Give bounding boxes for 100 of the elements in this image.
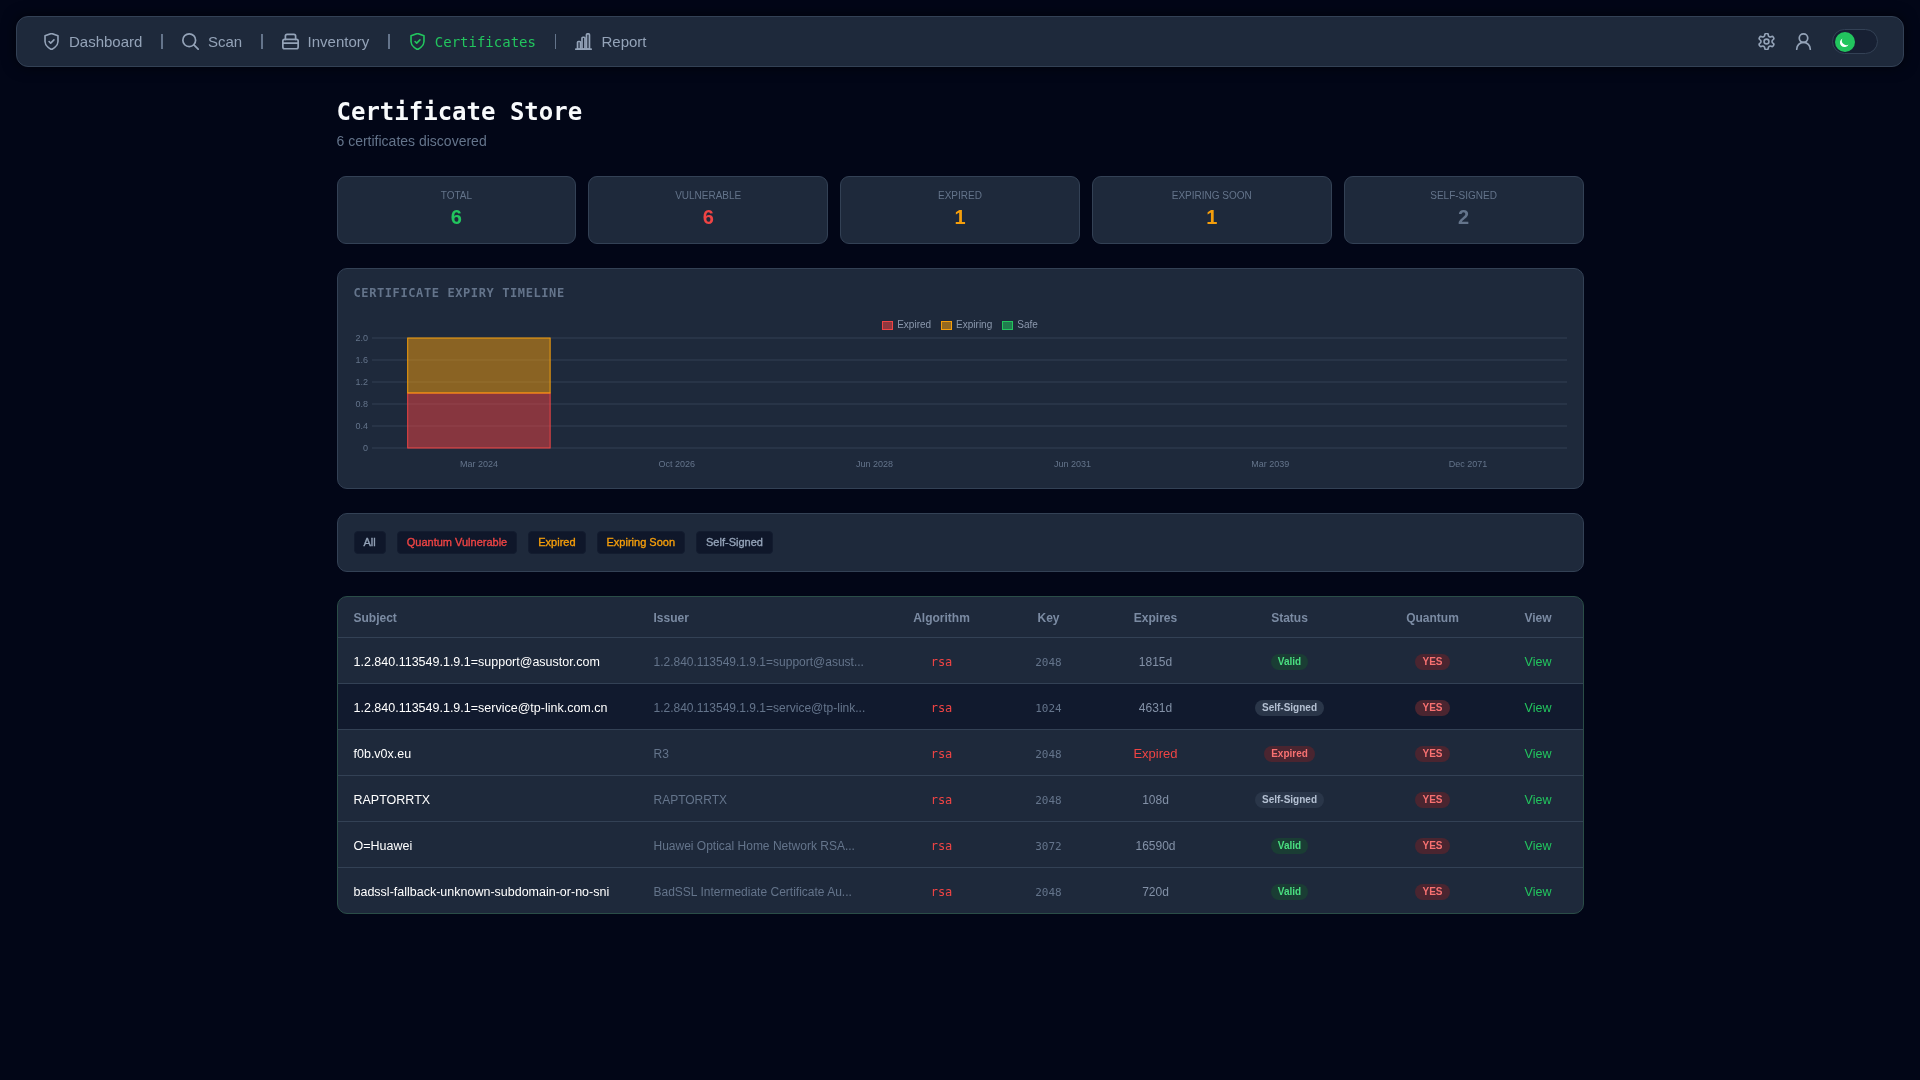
expiry-cell: 108d bbox=[1142, 792, 1169, 807]
subject-cell: RAPTORRTX bbox=[353, 792, 431, 807]
status-badge: Valid bbox=[1270, 838, 1309, 854]
issuer-cell: 1.2.840.113549.1.9.1=service@tp-link... bbox=[653, 700, 866, 715]
key-size-cell: 2048 bbox=[1035, 747, 1062, 761]
stat-value: 6 bbox=[702, 205, 714, 229]
column-header: Issuer bbox=[653, 611, 689, 625]
key-size-cell: 2048 bbox=[1035, 793, 1062, 807]
nav-link[interactable]: Scan bbox=[181, 33, 243, 50]
axis-label: Dec 2071 bbox=[1448, 459, 1487, 469]
axis-label: 0.8 bbox=[355, 399, 368, 409]
legend-swatch-icon bbox=[941, 320, 953, 330]
expiry-cell: Expired bbox=[1133, 745, 1178, 761]
page-title: Certificate Store bbox=[336, 97, 584, 127]
legend-swatch-icon bbox=[1002, 320, 1014, 330]
stat-label: SELF-SIGNED bbox=[1430, 190, 1497, 202]
status-badge: Valid bbox=[1270, 654, 1309, 670]
legend-swatch-icon bbox=[882, 320, 894, 330]
stat-label: EXPIRED bbox=[938, 190, 982, 202]
view-link[interactable]: View bbox=[1524, 746, 1552, 761]
quantum-badge: YES bbox=[1415, 700, 1450, 716]
theme-toggle[interactable] bbox=[1832, 29, 1878, 54]
legend-label: Safe bbox=[1017, 319, 1038, 331]
algorithm-cell: rsa bbox=[930, 700, 953, 715]
bar-chart-icon bbox=[575, 33, 593, 50]
issuer-cell: Huawei Optical Home Network RSA... bbox=[653, 838, 855, 853]
stat-label: TOTAL bbox=[440, 190, 473, 202]
issuer-cell: R3 bbox=[653, 746, 669, 761]
issuer-cell: RAPTORRTX bbox=[653, 792, 728, 807]
algorithm-cell: rsa bbox=[930, 746, 953, 761]
nav-link[interactable]: Inventory bbox=[281, 33, 370, 50]
column-header: Expires bbox=[1133, 611, 1178, 625]
quantum-badge: YES bbox=[1415, 746, 1450, 762]
axis-label: 0 bbox=[362, 443, 368, 453]
filter-chip[interactable]: Self-Signed bbox=[696, 531, 773, 554]
column-header: Quantum bbox=[1406, 611, 1459, 625]
filter-chip[interactable]: All bbox=[353, 531, 386, 554]
expiry-cell: 4631d bbox=[1138, 700, 1173, 715]
legend-label: Expired bbox=[897, 319, 932, 331]
column-header: View bbox=[1524, 611, 1552, 625]
column-header: Status bbox=[1271, 611, 1308, 625]
issuer-cell: BadSSL Intermediate Certificate Au... bbox=[653, 884, 852, 899]
algorithm-cell: rsa bbox=[930, 884, 953, 899]
subject-cell: f0b.v0x.eu bbox=[353, 746, 412, 761]
algorithm-cell: rsa bbox=[930, 838, 953, 853]
view-link[interactable]: View bbox=[1524, 654, 1552, 669]
axis-label: 1.6 bbox=[355, 355, 368, 365]
filter-chip[interactable]: Expired bbox=[528, 531, 586, 554]
axis-label: Mar 2039 bbox=[1250, 459, 1289, 469]
column-header: Algorithm bbox=[913, 611, 970, 625]
key-size-cell: 2048 bbox=[1035, 655, 1062, 669]
quantum-badge: YES bbox=[1415, 792, 1450, 808]
quantum-badge: YES bbox=[1415, 654, 1450, 670]
nav-link[interactable]: Certificates bbox=[408, 33, 536, 50]
quantum-badge: YES bbox=[1415, 884, 1450, 900]
legend-label: Expiring bbox=[956, 319, 993, 331]
axis-label: Jun 2031 bbox=[1053, 459, 1091, 469]
view-link[interactable]: View bbox=[1524, 792, 1552, 807]
nav-link[interactable]: Report bbox=[575, 33, 647, 50]
status-badge: Expired bbox=[1264, 746, 1315, 762]
stat-label: VULNERABLE bbox=[675, 190, 742, 202]
key-size-cell: 1024 bbox=[1035, 701, 1062, 715]
view-link[interactable]: View bbox=[1524, 838, 1552, 853]
key-size-cell: 2048 bbox=[1035, 885, 1062, 899]
nav-link[interactable]: Dashboard bbox=[43, 33, 143, 50]
axis-label: 0.4 bbox=[355, 421, 368, 431]
stat-value: 1 bbox=[1206, 205, 1218, 229]
shield-check-icon bbox=[43, 33, 60, 50]
user-icon[interactable] bbox=[1795, 33, 1812, 50]
filter-chip[interactable]: Expiring Soon bbox=[596, 531, 686, 554]
settings-icon[interactable] bbox=[1758, 33, 1775, 50]
column-header: Subject bbox=[353, 611, 397, 625]
subject-cell: O=Huawei bbox=[353, 838, 413, 853]
stat-label: EXPIRING SOON bbox=[1171, 190, 1252, 202]
view-link[interactable]: View bbox=[1524, 700, 1552, 715]
moon-icon bbox=[1835, 31, 1855, 52]
search-icon bbox=[181, 33, 199, 50]
quantum-badge: YES bbox=[1415, 838, 1450, 854]
status-badge: Self-Signed bbox=[1255, 700, 1324, 716]
box-icon bbox=[281, 33, 299, 50]
shield-check-icon bbox=[408, 33, 426, 50]
column-header: Key bbox=[1037, 611, 1060, 625]
subject-cell: 1.2.840.113549.1.9.1=support@asustor.com bbox=[353, 654, 600, 669]
stat-value: 6 bbox=[450, 205, 462, 229]
key-size-cell: 3072 bbox=[1035, 839, 1062, 853]
axis-label: Oct 2026 bbox=[658, 459, 695, 469]
axis-label: 2.0 bbox=[355, 333, 368, 343]
axis-label: 1.2 bbox=[355, 377, 368, 387]
expiry-cell: 1815d bbox=[1138, 654, 1173, 669]
algorithm-cell: rsa bbox=[930, 654, 953, 669]
chart-title: CERTIFICATE EXPIRY TIMELINE bbox=[353, 285, 565, 301]
axis-label: Mar 2024 bbox=[459, 459, 498, 469]
expiry-cell: 720d bbox=[1142, 884, 1169, 899]
axis-label: Jun 2028 bbox=[855, 459, 893, 469]
view-link[interactable]: View bbox=[1524, 884, 1552, 899]
stat-value: 2 bbox=[1458, 205, 1470, 229]
status-badge: Valid bbox=[1270, 884, 1309, 900]
subject-cell: 1.2.840.113549.1.9.1=service@tp-link.com.cn bbox=[353, 700, 608, 715]
filter-chip[interactable]: Quantum Vulnerable bbox=[396, 531, 518, 554]
stat-value: 1 bbox=[954, 205, 966, 229]
